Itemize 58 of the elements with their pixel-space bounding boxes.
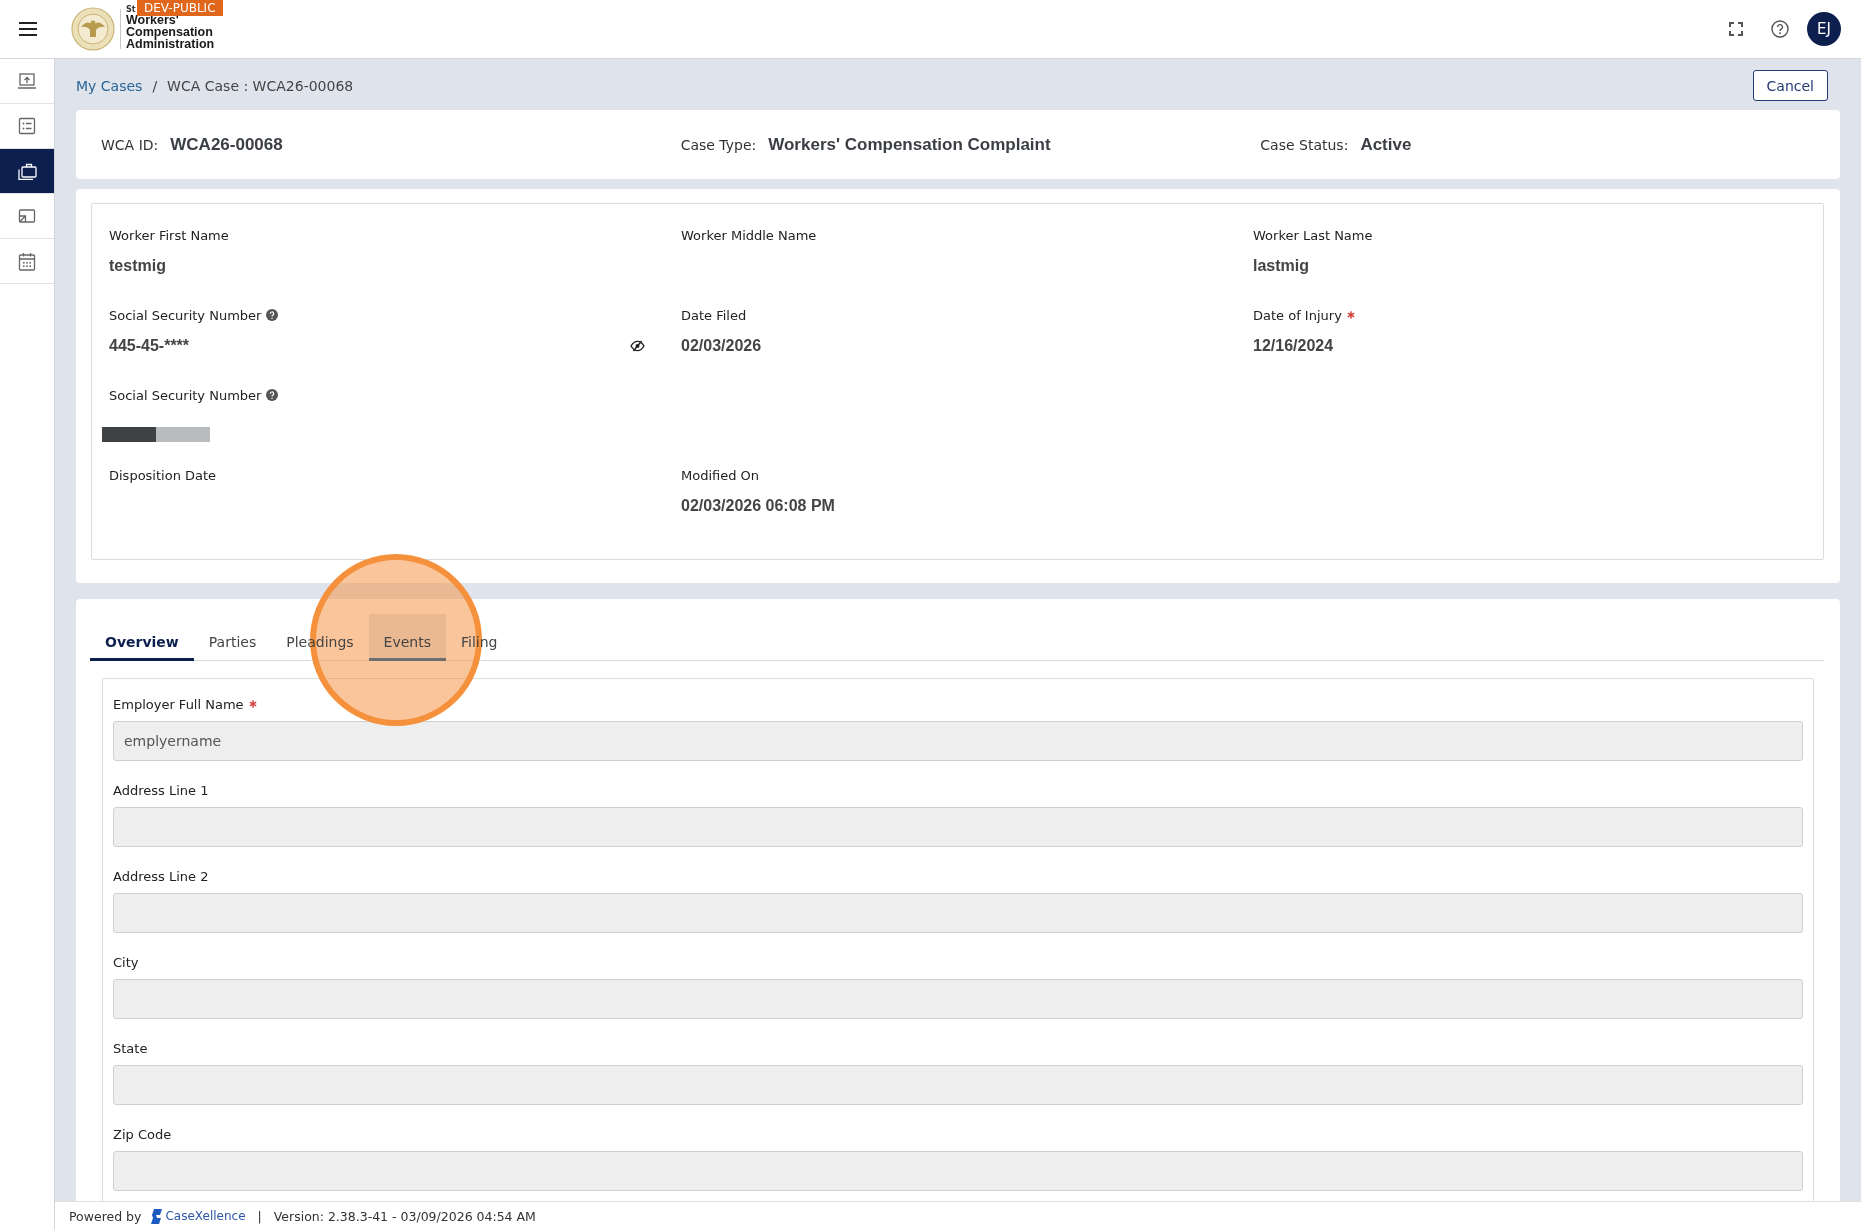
brand-logo-icon (151, 1208, 163, 1224)
field-label: Modified On (681, 467, 760, 483)
tab[interactable]: Filing (446, 614, 513, 661)
tab[interactable]: Pleadings (271, 614, 369, 661)
checklist-icon (18, 117, 36, 135)
help-icon[interactable] (266, 309, 279, 321)
field-label: Social Security Number (109, 387, 262, 403)
window-icon (18, 208, 36, 224)
help-icon[interactable] (266, 389, 279, 401)
tab[interactable]: Parties (193, 614, 272, 661)
summary-value: WCA26-00068 (170, 134, 283, 155)
summary-label: Case Type: (680, 136, 757, 153)
fullscreen-icon[interactable] (1729, 22, 1743, 36)
tab[interactable]: Events (368, 614, 446, 661)
environment-badge: DEV-PUBLIC (137, 0, 223, 16)
help-icon[interactable] (1771, 20, 1789, 38)
field-value: 12/16/2024 (1253, 337, 1334, 355)
briefcase-icon (17, 162, 37, 180)
field-label: Social Security Number (109, 307, 262, 323)
brand-name: CaseXellence (165, 1209, 246, 1223)
field-value: 02/03/2026 (681, 337, 762, 355)
breadcrumb-link[interactable]: My Cases (76, 77, 143, 94)
seal-icon (71, 7, 115, 51)
summary-label: WCA ID: (101, 136, 159, 153)
breadcrumb-current: WCA Case : WCA26-00068 (167, 77, 354, 94)
breadcrumb-separator: / (152, 77, 158, 94)
field-value: 02/03/2026 06:08 PM (681, 497, 835, 515)
menu-icon[interactable] (19, 22, 37, 36)
summary-label: Case Status: (1260, 136, 1349, 153)
cancel-button[interactable]: Cancel (1752, 70, 1828, 101)
field-label: Date Filed (681, 307, 747, 323)
field-value: testmig (109, 257, 166, 275)
field-label: Disposition Date (109, 467, 217, 483)
field-label: Worker Last Name (1253, 227, 1373, 243)
field-label: Date of Injury (1253, 307, 1342, 323)
field-label: City (113, 954, 139, 970)
field-label: Address Line 1 (113, 782, 209, 798)
calendar-icon (18, 251, 36, 271)
version-text: Version: 2.38.3-41 - 03/09/2026 04:54 AM (273, 1208, 536, 1224)
eye-slash-icon[interactable] (630, 340, 645, 352)
sidebar-item[interactable] (0, 149, 54, 194)
field-label: State (113, 1040, 148, 1056)
field-label: Address Line 2 (113, 868, 209, 884)
laptop-upload-icon (17, 72, 37, 90)
summary-value: Active (1360, 134, 1412, 155)
field-value: 445-45-**** (109, 337, 190, 355)
logo-tagline: St (126, 6, 136, 14)
tab[interactable]: Overview (90, 614, 194, 661)
field-value: lastmig (1253, 257, 1309, 275)
powered-by-text: Powered by (69, 1208, 142, 1224)
footer-separator: | (257, 1208, 262, 1224)
summary-value: Workers' Compensation Complaint (768, 134, 1051, 155)
user-avatar[interactable]: EJ (1807, 12, 1841, 46)
field-label: Worker First Name (109, 227, 229, 243)
field-label: Employer Full Name (113, 696, 244, 712)
field-label: Zip Code (113, 1126, 172, 1142)
field-label: Worker Middle Name (681, 227, 817, 243)
org-name: Workers' Compensation Administration (126, 14, 215, 50)
